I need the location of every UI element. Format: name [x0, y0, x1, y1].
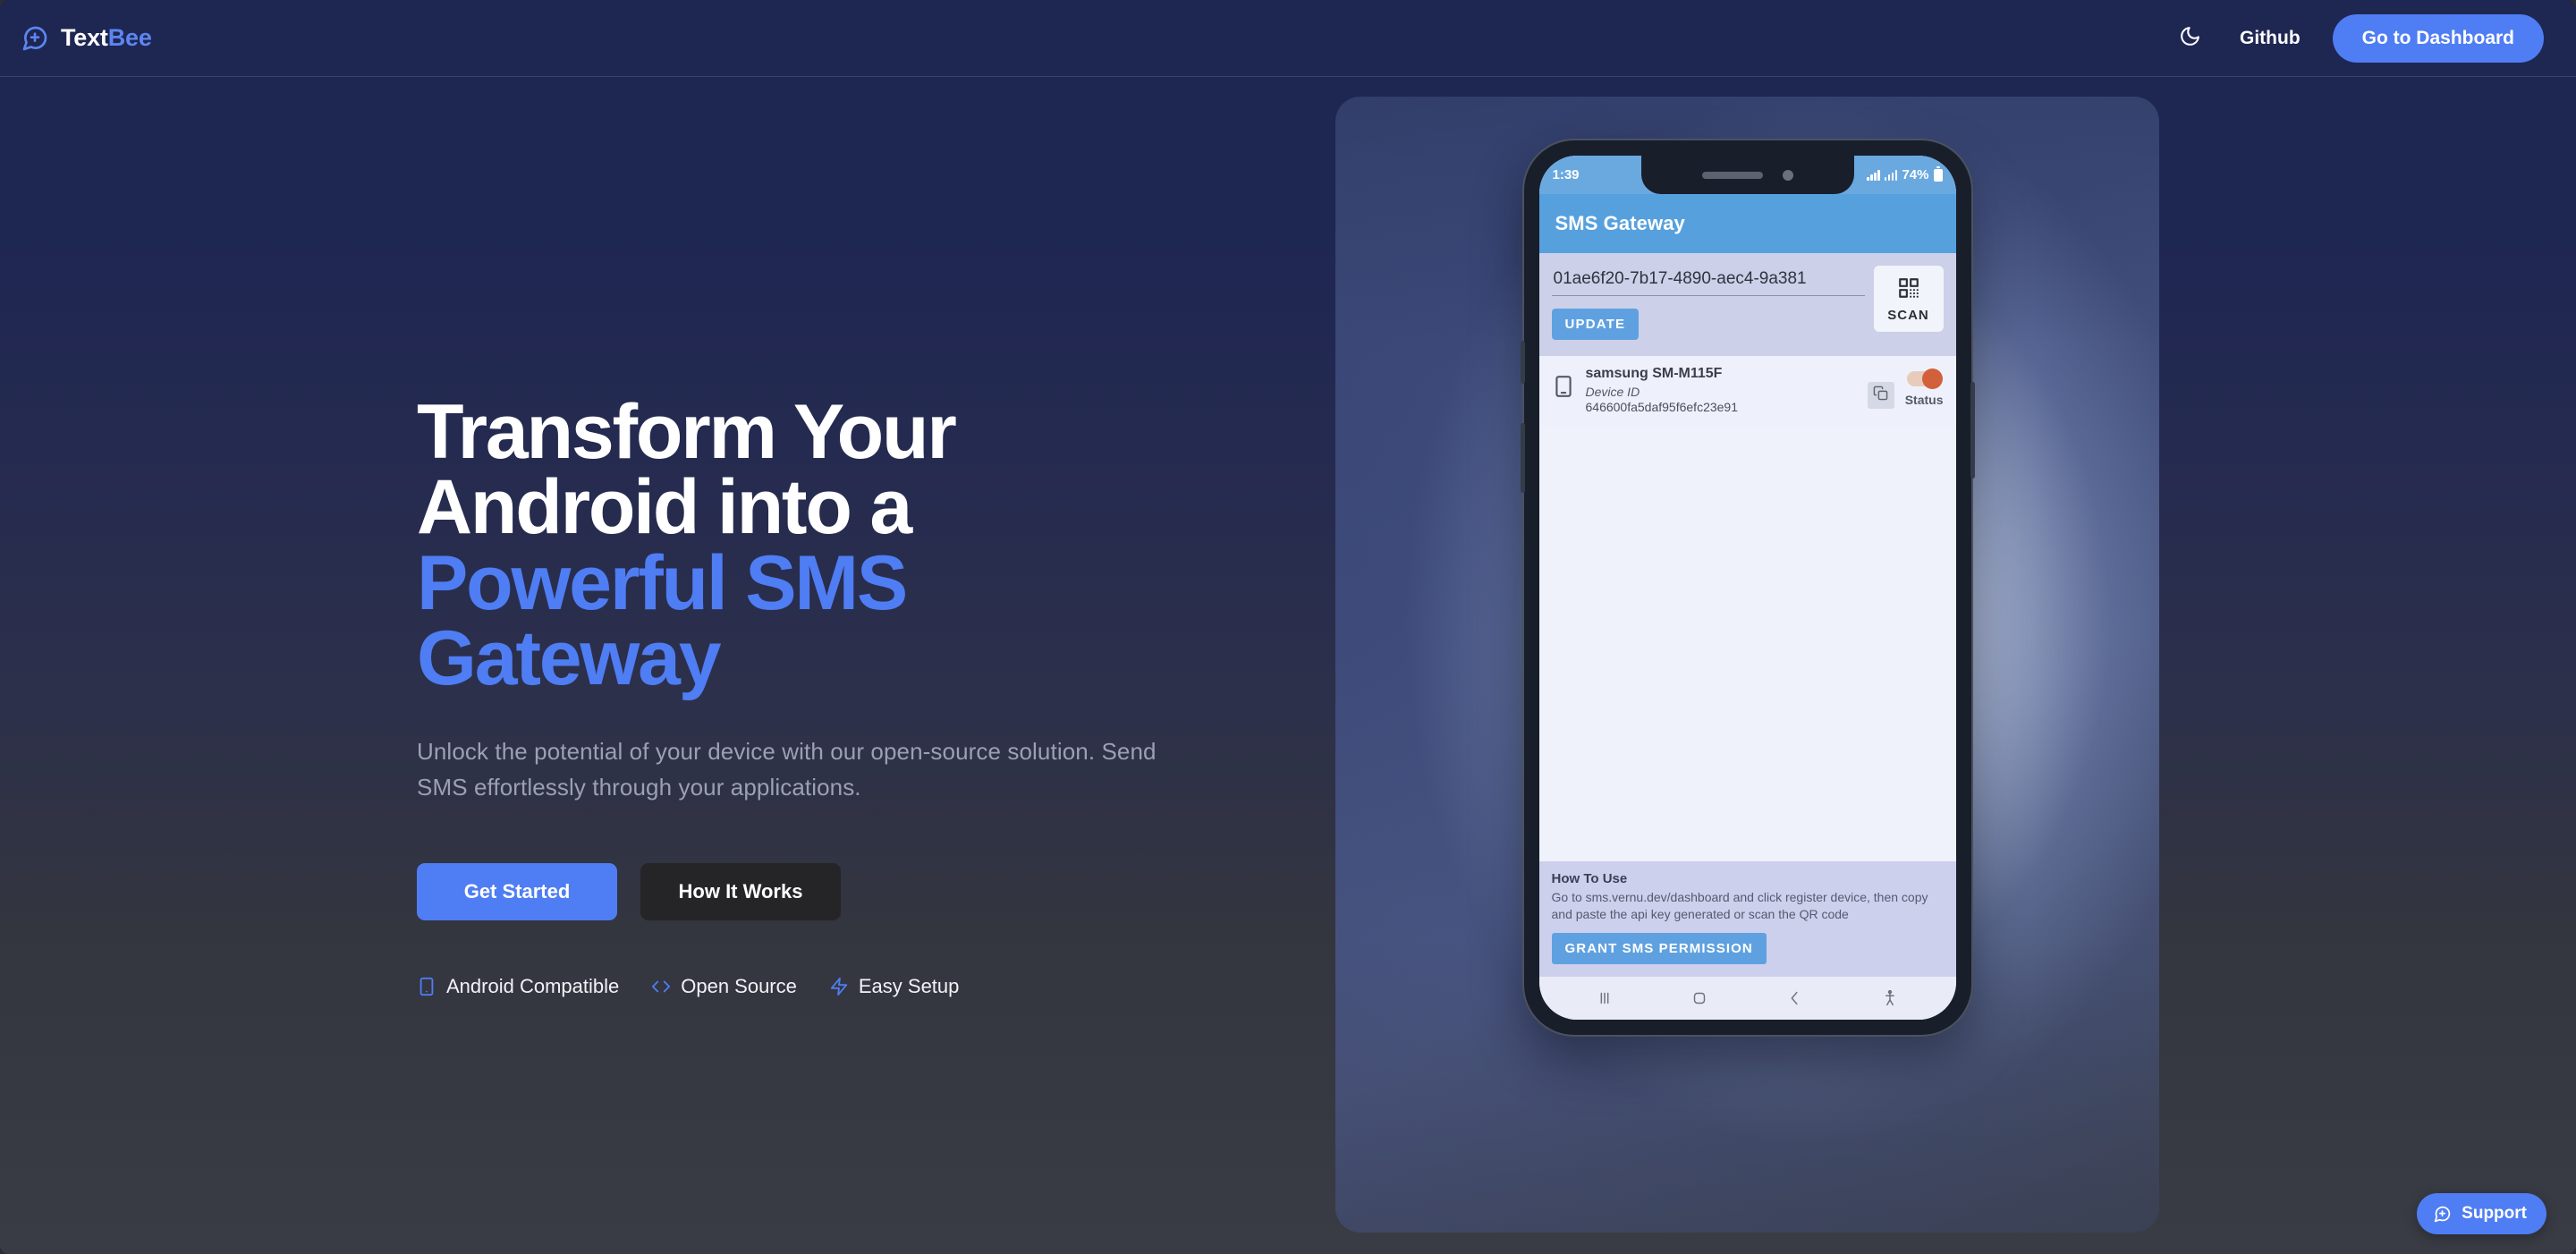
message-square-plus-icon [2433, 1205, 2452, 1224]
status-toggle-knob [1922, 369, 1944, 389]
headline-accent-2: Gateway [417, 614, 722, 701]
copy-device-id-button[interactable] [1867, 382, 1894, 409]
get-started-button[interactable]: Get Started [417, 862, 617, 920]
headline-accent-1: Powerful SMS [417, 539, 908, 626]
scan-label: SCAN [1887, 308, 1929, 323]
scan-button[interactable]: SCAN [1873, 266, 1944, 332]
headline-line-1: Transform Your [417, 389, 957, 475]
accessibility-icon[interactable] [1880, 988, 1900, 1008]
github-link[interactable]: Github [2220, 19, 2320, 58]
header-nav: Github Go to Dashboard [2165, 13, 2544, 64]
api-key-input[interactable]: 01ae6f20-7b17-4890-aec4-9a381 [1551, 266, 1865, 296]
support-label: Support [2462, 1204, 2527, 1223]
update-button[interactable]: UPDATE [1551, 309, 1640, 340]
app-title: SMS Gateway [1555, 212, 1685, 234]
phone-volume-up-button [1520, 341, 1525, 384]
app-content-area [1538, 426, 1956, 862]
feature-label: Android Compatible [446, 974, 620, 997]
signal-strength-icon-2 [1884, 169, 1898, 181]
theme-toggle-button[interactable] [2165, 13, 2215, 64]
feature-android-compatible: Android Compatible [417, 975, 619, 998]
status-label: Status [1904, 393, 1944, 407]
device-id-label: Device ID [1585, 385, 1640, 399]
phone-showcase: 1:39 74% SMS Gateway 01ae6f20-7b17-4890-… [1335, 97, 2159, 1233]
signal-strength-icon [1867, 169, 1880, 181]
app-title-bar: SMS Gateway [1538, 194, 1956, 253]
how-to-use-text: Go to sms.vernu.dev/dashboard and click … [1551, 890, 1928, 922]
hero-button-row: Get Started How It Works [417, 862, 1329, 920]
phone-power-button [1970, 382, 1975, 479]
brand-name-accent: Bee [107, 24, 152, 51]
device-list-item: samsung SM-M115F Device ID 646600fa5daf9… [1538, 356, 1956, 426]
phone-notch [1640, 156, 1854, 194]
smartphone-icon [417, 977, 436, 996]
feature-easy-setup: Easy Setup [829, 974, 960, 998]
page-title: Transform Your Android into a Powerful S… [417, 389, 1329, 701]
moon-icon [2179, 25, 2201, 52]
battery-icon [1933, 166, 1943, 182]
front-camera [1782, 169, 1793, 181]
phone-volume-down-button [1520, 423, 1525, 493]
back-icon[interactable] [1785, 988, 1805, 1008]
smartphone-icon [1552, 366, 1575, 409]
device-info: samsung SM-M115F Device ID 646600fa5daf9… [1586, 366, 1857, 414]
how-to-use-section: How To Use Go to sms.vernu.dev/dashboard… [1538, 861, 1956, 977]
brand-name-primary: Text [61, 24, 108, 51]
landing-page: TextBee Github Go to Dashboard Transform… [0, 0, 2576, 1254]
hero-section: Transform Your Android into a Powerful S… [0, 77, 2576, 1254]
copy-icon [1873, 386, 1888, 405]
feature-open-source: Open Source [651, 975, 797, 998]
feature-label: Easy Setup [858, 974, 960, 997]
grant-sms-permission-button[interactable]: GRANT SMS PERMISSION [1551, 933, 1767, 964]
feature-badges: Android Compatible Open Source Easy Setu… [417, 975, 1329, 998]
go-to-dashboard-button[interactable]: Go to Dashboard [2332, 13, 2544, 63]
feature-label: Open Source [681, 974, 797, 997]
phone-screen: 1:39 74% SMS Gateway 01ae6f20-7b17-4890-… [1538, 156, 1956, 1020]
qr-code-icon [1897, 276, 1920, 300]
how-to-use-title: How To Use [1551, 871, 1628, 887]
status-bar-time: 1:39 [1552, 167, 1580, 182]
hero-content: Transform Your Android into a Powerful S… [417, 394, 1329, 998]
api-key-column: 01ae6f20-7b17-4890-aec4-9a381 UPDATE [1551, 266, 1865, 340]
device-name: samsung SM-M115F [1585, 366, 1723, 381]
lightning-bolt-icon [829, 977, 849, 996]
device-status-column: Status [1904, 369, 1944, 407]
phone-mockup: 1:39 74% SMS Gateway 01ae6f20-7b17-4890-… [1520, 140, 1975, 1035]
headline-line-2: Android into a [417, 464, 912, 551]
code-brackets-icon [651, 977, 671, 996]
android-nav-bar [1538, 977, 1956, 1020]
battery-percent-label: 74% [1902, 167, 1929, 182]
api-key-section: 01ae6f20-7b17-4890-aec4-9a381 UPDATE SCA… [1538, 253, 1956, 356]
how-it-works-button[interactable]: How It Works [640, 862, 841, 920]
site-header: TextBee Github Go to Dashboard [0, 0, 2576, 77]
status-bar-right: 74% [1867, 166, 1943, 182]
brand-logo[interactable]: TextBee [13, 24, 152, 53]
earpiece-speaker [1701, 171, 1763, 179]
message-square-plus-icon [21, 24, 49, 53]
brand-name: TextBee [61, 24, 152, 52]
status-toggle[interactable] [1907, 369, 1944, 389]
hero-subheadline: Unlock the potential of your device with… [417, 738, 1157, 801]
status-bar-left: 1:39 [1553, 167, 1580, 182]
home-icon[interactable] [1690, 988, 1709, 1008]
support-button[interactable]: Support [2417, 1193, 2546, 1234]
device-id-value: 646600fa5daf95f6efc23e91 [1585, 400, 1739, 414]
recents-icon[interactable] [1595, 988, 1614, 1008]
